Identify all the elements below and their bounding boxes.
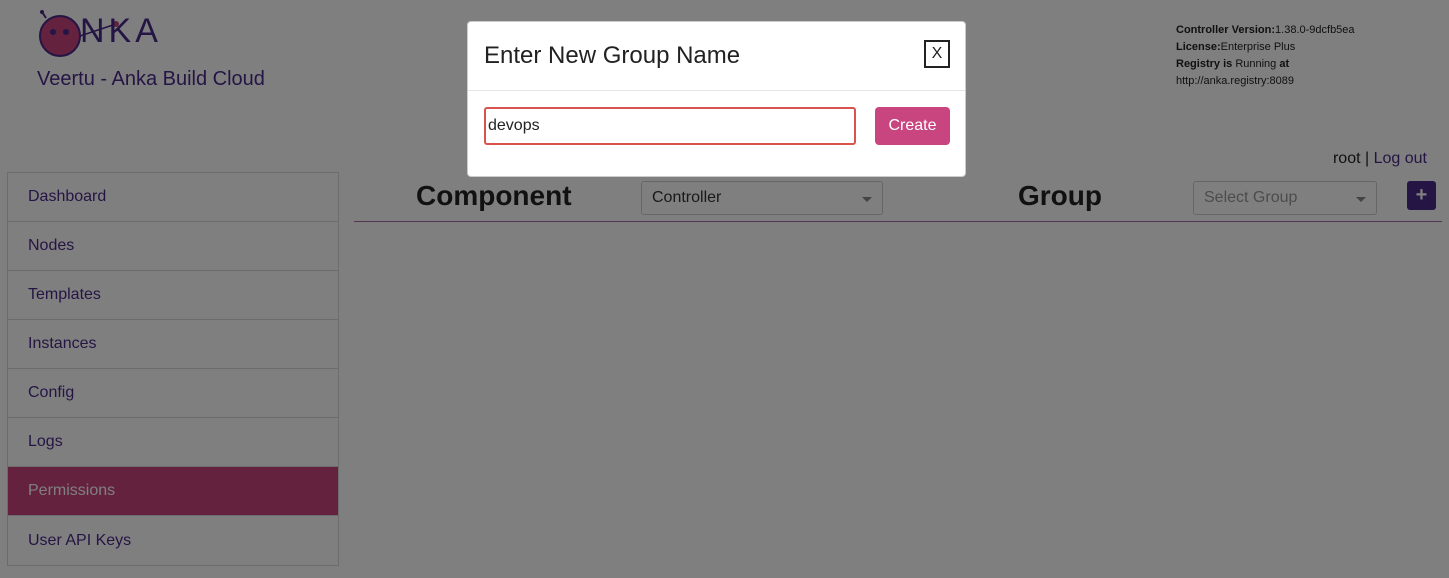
new-group-modal: Enter New Group Name X Create [467,21,966,177]
create-button[interactable]: Create [875,107,950,145]
app-page: NKA Veertu - Anka Build Cloud Controller… [0,0,1449,578]
modal-header: Enter New Group Name X [468,22,965,91]
modal-title: Enter New Group Name [484,42,741,69]
close-button[interactable]: X [924,40,950,68]
group-name-input[interactable] [484,107,856,145]
